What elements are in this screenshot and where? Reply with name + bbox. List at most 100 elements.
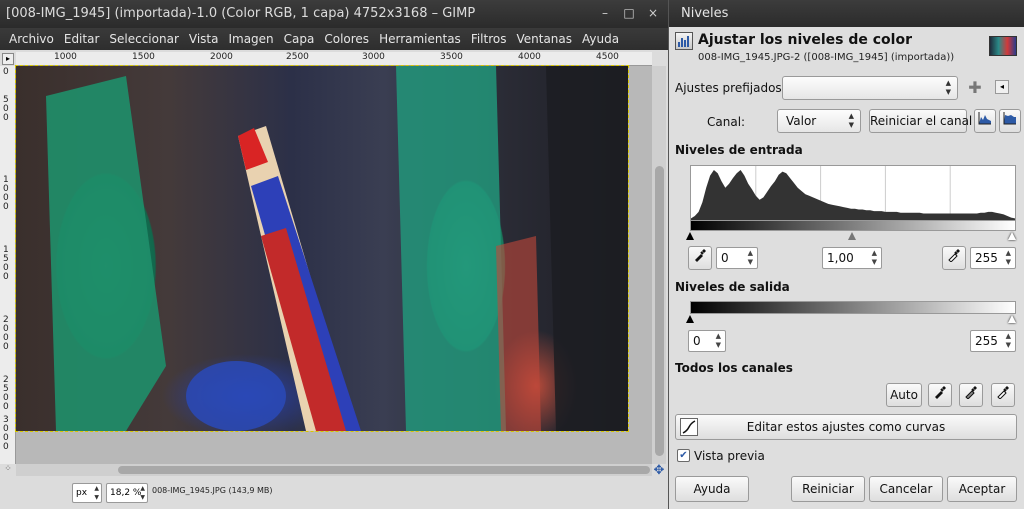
cancel-button[interactable]: Cancelar (869, 476, 943, 502)
updown-arrows-icon: ▲ ▼ (945, 79, 951, 96)
reset-button[interactable]: Reiniciar (791, 476, 865, 502)
maximize-button[interactable]: □ (620, 4, 638, 22)
ruler-tick: 3000 (362, 52, 385, 62)
output-low-value: 0 (693, 334, 701, 348)
zoom-selector[interactable]: 18,2 % ▲ ▼ (106, 483, 148, 503)
histogram-plot (691, 166, 1015, 220)
linear-histogram-icon[interactable] (974, 109, 996, 133)
ruler-tick: 0 (3, 67, 9, 77)
histogram (690, 165, 1016, 221)
minimize-button[interactable]: – (596, 4, 614, 22)
horizontal-scrollbar[interactable] (16, 464, 652, 476)
vertical-ruler[interactable]: 0 5 0 0 1 0 0 0 1 5 0 0 2 0 0 0 2 5 0 0 … (0, 66, 16, 464)
unit-value: px (76, 488, 88, 498)
add-preset-icon[interactable]: ✚ (965, 78, 985, 98)
input-black-handle[interactable] (686, 232, 694, 240)
updown-arrows-icon: ▲ ▼ (848, 112, 854, 129)
levels-heading: Ajustar los niveles de color (698, 32, 912, 48)
menu-ayuda[interactable]: Ayuda (577, 28, 624, 50)
pick-gray-point-all-button[interactable] (959, 383, 983, 407)
channel-combo[interactable]: Valor ▲ ▼ (777, 109, 861, 133)
input-gamma-handle[interactable] (848, 232, 856, 240)
menu-filtros[interactable]: Filtros (466, 28, 512, 50)
image-thumbnail (989, 36, 1017, 56)
gimp-window-title: [008-IMG_1945] (importada)-1.0 (Color RG… (6, 6, 476, 21)
ruler-tick: 3500 (440, 52, 463, 62)
presets-combo[interactable]: ▲ ▼ (782, 76, 958, 100)
menu-capa[interactable]: Capa (279, 28, 320, 50)
menu-archivo[interactable]: Archivo (4, 28, 59, 50)
menu-colores[interactable]: Colores (319, 28, 374, 50)
ruler-tick: 2000 (210, 52, 233, 62)
curves-icon (680, 418, 698, 436)
menu-vista[interactable]: Vista (184, 28, 224, 50)
output-high-value: 255 (975, 334, 998, 348)
channel-label: Canal: (707, 115, 746, 129)
vertical-scrollbar[interactable] (652, 66, 666, 464)
input-slider[interactable] (686, 231, 1016, 241)
vertical-scrollbar-thumb[interactable] (655, 166, 664, 456)
preview-checkbox[interactable]: ✔ (677, 449, 690, 462)
output-slider[interactable] (686, 314, 1016, 324)
unit-selector[interactable]: px ▲ ▼ (72, 483, 102, 503)
menu-imagen[interactable]: Imagen (223, 28, 278, 50)
updown-arrows-icon: ▲ ▼ (747, 249, 753, 266)
input-gamma-value: 1,00 (827, 251, 854, 265)
updown-arrows-icon: ▲ ▼ (94, 485, 99, 501)
input-levels-heading: Niveles de entrada (675, 143, 803, 157)
preview-label: Vista previa (694, 449, 765, 463)
menu-editar[interactable]: Editar (59, 28, 105, 50)
log-histogram-icon[interactable] (999, 109, 1021, 133)
close-button[interactable]: × (644, 4, 662, 22)
edit-as-curves-button[interactable]: Editar estos ajustes como curvas (675, 414, 1017, 440)
input-low-spinner[interactable]: 0 ▲ ▼ (716, 247, 758, 269)
ruler-tick: 2 5 0 0 (3, 375, 9, 412)
output-levels-heading: Niveles de salida (675, 280, 790, 294)
input-low-value: 0 (721, 251, 729, 265)
ruler-tick: 3 0 0 0 (3, 415, 9, 452)
pick-black-point-button[interactable] (688, 246, 712, 270)
reset-channel-button[interactable]: Reiniciar el canal (869, 109, 972, 133)
zoom-corner-icon[interactable]: ⁘ (2, 464, 14, 476)
image-canvas[interactable] (15, 65, 652, 464)
ruler-tick: 2500 (286, 52, 309, 62)
channel-value: Valor (786, 114, 817, 128)
zoom-value: 18,2 % (110, 488, 142, 498)
updown-arrows-icon: ▲ ▼ (715, 332, 721, 349)
ruler-tick: 1 0 0 0 (3, 175, 9, 212)
output-gradient (690, 301, 1016, 314)
levels-histogram-icon (675, 32, 693, 50)
input-gamma-spinner[interactable]: 1,00 ▲ ▼ (822, 247, 882, 269)
auto-button[interactable]: Auto (886, 383, 922, 407)
ok-button[interactable]: Aceptar (947, 476, 1017, 502)
eyedropper-icon (997, 386, 1009, 400)
menu-herramientas[interactable]: Herramientas (374, 28, 466, 50)
input-gradient (690, 221, 1016, 231)
horizontal-scrollbar-thumb[interactable] (118, 466, 650, 474)
output-black-handle[interactable] (686, 315, 694, 323)
help-button[interactable]: Ayuda (675, 476, 749, 502)
output-high-spinner[interactable]: 255 ▲ ▼ (970, 330, 1016, 352)
quick-mask-corner-icon[interactable]: ▸ (2, 53, 14, 65)
ruler-tick: 1 5 0 0 (3, 245, 9, 282)
eyedropper-icon (948, 249, 960, 263)
preset-menu-icon[interactable]: ◂ (995, 80, 1009, 94)
horizontal-ruler[interactable]: 1000 1500 2000 2500 3000 3500 4000 4500 (16, 52, 652, 66)
image-photo[interactable] (15, 65, 629, 432)
output-low-spinner[interactable]: 0 ▲ ▼ (688, 330, 726, 352)
output-white-handle[interactable] (1008, 315, 1016, 323)
pick-white-point-all-button[interactable] (991, 383, 1015, 407)
navigate-icon[interactable]: ✥ (652, 464, 666, 478)
levels-title-bar: Niveles (669, 0, 1024, 27)
input-high-value: 255 (975, 251, 998, 265)
menu-ventanas[interactable]: Ventanas (511, 28, 577, 50)
updown-arrows-icon: ▲ ▼ (1005, 249, 1011, 266)
ruler-tick: 4000 (518, 52, 541, 62)
input-high-spinner[interactable]: 255 ▲ ▼ (970, 247, 1016, 269)
menu-seleccionar[interactable]: Seleccionar (104, 28, 183, 50)
pick-white-point-button[interactable] (942, 246, 966, 270)
updown-arrows-icon: ▲ ▼ (1005, 332, 1011, 349)
input-white-handle[interactable] (1008, 232, 1016, 240)
pick-black-point-all-button[interactable] (928, 383, 952, 407)
eyedropper-icon (935, 386, 946, 399)
